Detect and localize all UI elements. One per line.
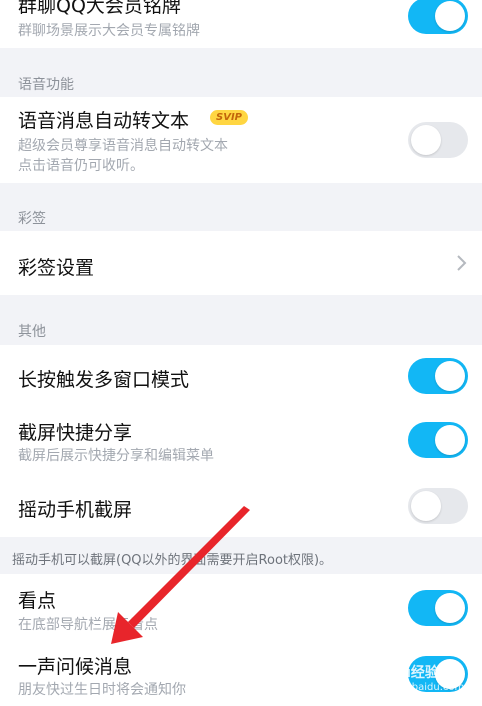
watermark-url: jingyan.baidu.com	[372, 682, 465, 693]
setting-row-long-press-multiwindow[interactable]: 长按触发多窗口模式	[0, 345, 482, 407]
long-press-multiwindow-toggle[interactable]	[408, 358, 468, 394]
setting-row-kandian[interactable]: 看点 在底部导航栏展示看点	[0, 574, 482, 644]
svip-badge: SVIP	[210, 110, 248, 125]
toggle-knob	[411, 491, 441, 521]
setting-subtitle: 截屏后展示快捷分享和编辑菜单	[18, 448, 214, 464]
setting-title: 看点	[18, 590, 57, 612]
setting-title: 长按触发多窗口模式	[18, 369, 190, 391]
section-header-other: 其他	[18, 324, 46, 340]
kandian-toggle[interactable]	[408, 590, 468, 626]
setting-subtitle: 群聊场景展示大会员专属铭牌	[18, 23, 200, 39]
setting-row-shake-screenshot[interactable]: 摇动手机截屏	[0, 477, 482, 537]
section-header-caiqian: 彩签	[18, 211, 46, 227]
setting-row-voice-to-text[interactable]: 语音消息自动转文本 SVIP 超级会员尊享语音消息自动转文本 点击语音仍可收听。	[0, 97, 482, 183]
setting-subtitle: 在底部导航栏展示看点	[18, 617, 158, 633]
screenshot-share-toggle[interactable]	[408, 422, 468, 458]
toggle-knob	[435, 593, 465, 623]
setting-row-screenshot-share[interactable]: 截屏快捷分享 截屏后展示快捷分享和编辑菜单	[0, 407, 482, 477]
section-header-voice: 语音功能	[18, 77, 74, 93]
setting-title: 一声问候消息	[18, 656, 133, 678]
toggle-knob	[435, 1, 465, 31]
watermark: Baidu经验	[366, 665, 439, 681]
setting-row-caiqian[interactable]: 彩签设置	[0, 231, 482, 295]
toggle-knob	[435, 425, 465, 455]
setting-title: 群聊QQ大会员铭牌	[18, 0, 181, 17]
toggle-knob	[411, 125, 441, 155]
toggle-knob	[435, 361, 465, 391]
setting-title: 截屏快捷分享	[18, 422, 133, 444]
chevron-right-icon	[457, 255, 467, 271]
voice-to-text-toggle[interactable]	[408, 122, 468, 158]
shake-screenshot-note: 摇动手机可以截屏(QQ以外的界面需要开启Root权限)。	[12, 553, 333, 568]
setting-title: 彩签设置	[18, 257, 95, 279]
setting-subtitle: 朋友快过生日时将会通知你	[18, 682, 186, 698]
setting-title: 语音消息自动转文本	[18, 110, 190, 132]
shake-screenshot-toggle[interactable]	[408, 488, 468, 524]
setting-subtitle-line2: 点击语音仍可收听。	[18, 158, 144, 174]
group-badge-toggle[interactable]	[408, 0, 468, 34]
setting-subtitle-line1: 超级会员尊享语音消息自动转文本	[18, 138, 228, 154]
setting-row-group-badge[interactable]: 群聊QQ大会员铭牌 群聊场景展示大会员专属铭牌	[0, 0, 482, 48]
setting-title: 摇动手机截屏	[18, 499, 133, 521]
